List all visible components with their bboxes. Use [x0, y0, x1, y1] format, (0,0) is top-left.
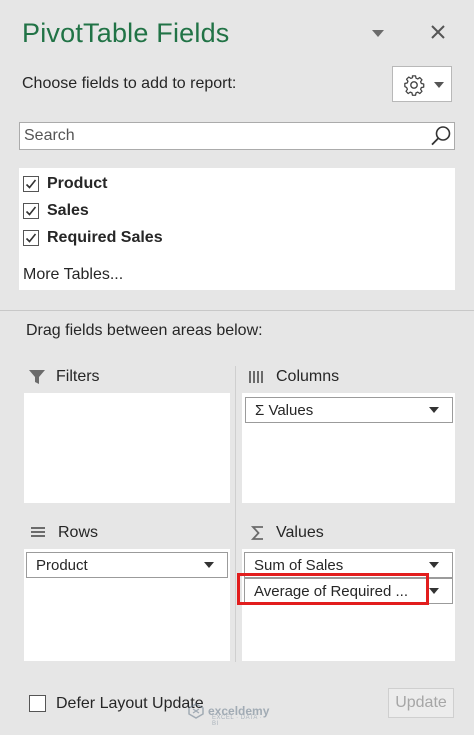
drag-fields-label: Drag fields between areas below:: [26, 322, 263, 339]
field-label: Product: [47, 175, 108, 192]
watermark: exceldemy EXCEL · DATA · BI: [188, 703, 269, 727]
choose-fields-label: Choose fields to add to report:: [22, 75, 237, 92]
update-button[interactable]: Update: [388, 688, 454, 718]
field-item-product[interactable]: Product: [23, 173, 107, 195]
columns-icon: [248, 369, 266, 385]
rows-area-header: Rows: [30, 522, 98, 544]
columns-drop-area[interactable]: Σ Values: [242, 393, 455, 503]
field-checkbox[interactable]: [23, 203, 39, 219]
search-box[interactable]: [19, 122, 455, 150]
columns-values-pill[interactable]: Σ Values: [245, 397, 453, 423]
rows-label: Rows: [58, 524, 99, 541]
chevron-down-icon[interactable]: [204, 562, 214, 568]
pill-label: Average of Required ...: [254, 582, 408, 600]
pill-label: Σ Values: [255, 401, 314, 419]
defer-layout-checkbox[interactable]: [29, 695, 46, 712]
columns-label: Columns: [276, 368, 340, 385]
more-tables-link[interactable]: More Tables...: [23, 266, 123, 284]
filter-icon: [28, 368, 46, 386]
watermark-tagline: EXCEL · DATA · BI: [212, 715, 263, 727]
filters-area-header: Filters: [28, 366, 100, 388]
columns-area-header: Columns: [248, 366, 339, 388]
field-item-required-sales[interactable]: Required Sales: [23, 227, 163, 249]
close-icon: [431, 25, 445, 39]
field-label: Sales: [47, 202, 89, 219]
field-checkbox[interactable]: [23, 230, 39, 246]
close-button[interactable]: [426, 20, 450, 44]
search-icon[interactable]: [430, 125, 452, 147]
rows-icon: [30, 525, 48, 541]
chevron-down-icon[interactable]: [429, 588, 439, 594]
pill-label: Sum of Sales: [254, 556, 344, 574]
pill-label: Product: [36, 556, 88, 574]
search-input[interactable]: [22, 125, 426, 147]
chevron-down-icon[interactable]: [429, 407, 439, 413]
panel-options-dropdown-icon[interactable]: [372, 30, 384, 37]
area-divider: [235, 366, 236, 662]
field-label: Required Sales: [47, 229, 163, 246]
field-item-sales[interactable]: Sales: [23, 200, 89, 222]
checkmark-icon: [25, 233, 37, 243]
section-divider: [0, 310, 474, 311]
exceldemy-logo-icon: [188, 703, 204, 719]
checkmark-icon: [25, 179, 37, 189]
values-sum-of-sales-pill[interactable]: Sum of Sales: [244, 552, 453, 578]
rows-product-pill[interactable]: Product: [26, 552, 228, 578]
chevron-down-icon: [434, 82, 444, 88]
values-drop-area[interactable]: Sum of Sales Average of Required ...: [242, 549, 455, 661]
field-checkbox[interactable]: [23, 176, 39, 192]
sigma-icon: [250, 525, 266, 541]
field-list: Product Sales Required Sales More Tables…: [19, 168, 455, 290]
checkmark-icon: [25, 206, 37, 216]
values-label: Values: [276, 524, 324, 541]
panel-title: PivotTable Fields: [22, 18, 230, 48]
gear-icon: [404, 75, 425, 96]
defer-layout-label: Defer Layout Update: [56, 695, 204, 712]
filters-drop-area[interactable]: [24, 393, 230, 503]
chevron-down-icon[interactable]: [429, 562, 439, 568]
tools-button[interactable]: [392, 66, 452, 102]
rows-drop-area[interactable]: Product: [24, 549, 230, 661]
filters-label: Filters: [56, 368, 100, 385]
values-area-header: Values: [250, 522, 324, 544]
values-average-required-pill[interactable]: Average of Required ...: [244, 578, 453, 604]
